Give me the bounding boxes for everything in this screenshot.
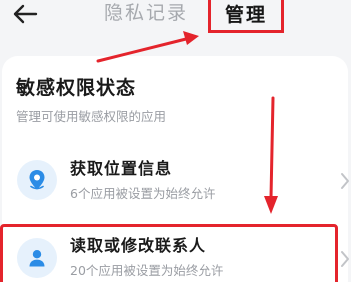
tab-manage[interactable]: 管理 — [225, 2, 267, 28]
location-icon-badge — [17, 160, 57, 200]
back-button[interactable] — [10, 2, 40, 26]
chevron-right-icon — [341, 251, 349, 267]
top-bar: 隐私记录 管理 — [0, 0, 351, 40]
tab-privacy-records[interactable]: 隐私记录 — [104, 0, 188, 26]
permission-title: 读取或修改联系人 — [70, 236, 207, 255]
permission-subtitle: 6个应用被设置为始终允许 — [70, 186, 216, 201]
arrow-left-icon — [13, 4, 38, 24]
section-description: 管理可使用敏感权限的应用 — [16, 109, 167, 124]
section-title: 敏感权限状态 — [16, 77, 137, 99]
permission-title: 获取位置信息 — [70, 159, 173, 178]
person-icon — [29, 250, 45, 267]
tab-manage-highlight[interactable]: 管理 — [208, 0, 284, 33]
permission-row-location[interactable]: 获取位置信息 6个应用被设置为始终允许 — [0, 150, 351, 210]
location-pin-icon — [29, 170, 45, 190]
contacts-icon-badge — [17, 238, 57, 278]
permission-row-contacts[interactable]: 读取或修改联系人 20个应用被设置为始终允许 — [0, 228, 351, 282]
privacy-management-screen: 隐私记录 管理 敏感权限状态 管理可使用敏感权限的应用 获取位置信息 6个应用被… — [0, 0, 351, 282]
permission-subtitle: 20个应用被设置为始终允许 — [70, 263, 224, 278]
chevron-right-icon — [341, 173, 349, 189]
